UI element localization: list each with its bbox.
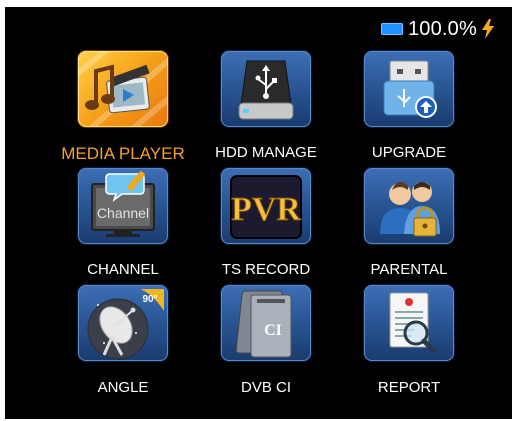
status-bar: 100.0% [380,17,494,41]
channel-icon-text: Channel [97,205,149,221]
menu-item-ts-record[interactable]: PVR [221,168,311,244]
menu-item-channel[interactable]: Channel [78,168,168,244]
menu-item-media-player[interactable] [78,51,168,127]
angle-icon-text: 90° [142,294,157,305]
menu-item-dvb-ci[interactable]: CI [221,285,311,361]
parental-lock-icon [380,182,440,237]
angle-label: ANGLE [97,379,149,396]
satellite-dish-icon: 90° [87,289,164,360]
menu-item-parental[interactable] [364,168,454,244]
main-menu-screen: 100.0% MEDIA PLAYER HDD MANAGE UPGRADE C… [5,7,512,419]
usb-upgrade-icon [383,60,437,118]
menu-item-upgrade[interactable] [364,51,454,127]
dvb-ci-label: DVB CI [240,379,291,396]
report-magnifier-icon [389,292,437,354]
lightning-bolt-icon [482,19,494,39]
upgrade-label: UPGRADE [371,144,447,161]
battery-percentage: 100.0% [407,17,477,40]
menu-item-hdd-manage[interactable] [221,51,311,127]
pvr-icon-text: PVR [231,191,301,228]
pvr-icon: PVR [230,175,302,239]
hdd-manage-label: HDD MANAGE [215,144,317,161]
media-player-icon [78,51,168,127]
ts-record-label: TS RECORD [221,261,311,278]
channel-tv-icon: Channel [91,170,155,237]
ci-card-icon: CI [235,290,292,358]
battery-icon [380,23,403,35]
channel-label: CHANNEL [87,261,159,278]
ci-icon-text: CI [264,322,282,339]
usb-drive-icon [238,60,294,120]
media-player-label: MEDIA PLAYER [61,144,185,163]
report-label: REPORT [377,379,441,396]
parental-label: PARENTAL [370,261,448,278]
menu-item-angle[interactable]: 90° [78,285,168,361]
menu-item-report[interactable] [364,285,454,361]
